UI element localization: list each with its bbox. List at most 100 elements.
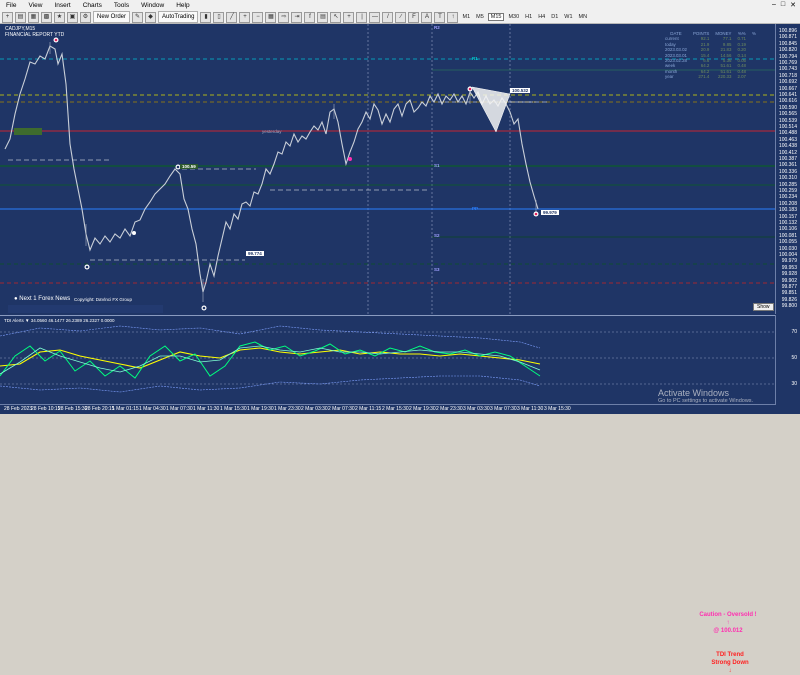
menu-file[interactable]: File xyxy=(0,0,22,11)
zoom-out-icon[interactable]: − xyxy=(252,11,264,23)
time-tick: 2 Mar 23:30 xyxy=(436,406,463,412)
profiles-icon[interactable]: ▤ xyxy=(15,11,26,23)
time-tick: 1 Mar 07:30 xyxy=(166,406,193,412)
time-tick: 2 Mar 11:15 xyxy=(355,406,382,412)
price-tick: 100.183 xyxy=(778,207,797,214)
autoscroll-icon[interactable]: ⇨ xyxy=(278,11,290,23)
price-axis: 100.896 100.871 100.845 100.820 100.794 100.7… xyxy=(775,24,800,314)
time-tick: 2 Mar 07:30 xyxy=(328,406,355,412)
new-chart-icon[interactable]: + xyxy=(2,11,13,23)
timeframe-mn[interactable]: MN xyxy=(577,14,590,20)
line-chart-icon[interactable]: ╱ xyxy=(226,11,238,23)
price-chart[interactable] xyxy=(0,24,776,314)
price-tick: 100.667 xyxy=(778,85,797,92)
price-tick: 100.565 xyxy=(778,111,797,118)
tdi-trend-alert: TDI Trend Strong Down ↓ xyxy=(711,652,749,674)
label-icon[interactable]: T xyxy=(434,11,446,23)
arrow-icon[interactable]: ↑ xyxy=(447,11,459,23)
price-tick: 100.055 xyxy=(778,239,797,246)
timeframe-w1[interactable]: W1 xyxy=(562,14,574,20)
tester-icon[interactable]: ⚙ xyxy=(80,11,91,23)
price-tick: 100.871 xyxy=(778,34,797,41)
caution-alert: Caution - Oversold ! ↑ @ 100.012 xyxy=(699,612,757,634)
candles xyxy=(49,42,537,302)
time-tick: 2 Mar 19:30 xyxy=(409,406,436,412)
timeframe-d1[interactable]: D1 xyxy=(549,14,560,20)
time-tick: 3 Mar 11:30 xyxy=(517,406,544,412)
price-tick: 100.743 xyxy=(778,66,797,73)
price-tick: 100.590 xyxy=(778,104,797,111)
new-order-button[interactable]: New Order xyxy=(93,11,131,23)
copyright-label: Copyright: DaVinci FX Group xyxy=(74,297,132,302)
time-tick: 1 Mar 23:30 xyxy=(274,406,301,412)
timeframe-m15[interactable]: M15 xyxy=(487,13,505,21)
time-tick: 28 Feb 2023 xyxy=(4,406,33,412)
menu-view[interactable]: View xyxy=(22,0,48,11)
price-tick: 100.157 xyxy=(778,213,797,220)
menu-insert[interactable]: Insert xyxy=(48,0,76,11)
time-tick: 1 Mar 19:30 xyxy=(247,406,274,412)
terminal-icon[interactable]: ▣ xyxy=(67,11,78,23)
menu-tools[interactable]: Tools xyxy=(108,0,135,11)
forex-news-label[interactable]: ● Next 1 Forex News xyxy=(14,296,70,302)
price-tick: 100.539 xyxy=(778,117,797,124)
timeframe-h4[interactable]: H4 xyxy=(536,14,547,20)
candlestick-icon[interactable]: ▯ xyxy=(213,11,225,23)
menu-help[interactable]: Help xyxy=(170,0,195,11)
cursor-icon[interactable]: ↖ xyxy=(330,11,342,23)
bar-chart-icon[interactable]: ▮ xyxy=(200,11,212,23)
price-tick: 99.902 xyxy=(781,277,797,284)
time-tick: 1 Mar 01:15 xyxy=(112,406,139,412)
price-tick: 100.234 xyxy=(778,194,797,201)
price-tick: 100.259 xyxy=(778,188,797,194)
templates-icon[interactable]: ▤ xyxy=(317,11,329,23)
navigator-icon[interactable]: ★ xyxy=(54,11,65,23)
horizontal-line-icon[interactable]: — xyxy=(369,11,381,23)
price-tick: 100.310 xyxy=(778,175,797,182)
marker-label-1: 100.59 xyxy=(180,164,198,169)
tile-windows-icon[interactable]: ▦ xyxy=(265,11,277,23)
time-tick: 3 Mar 03:30 xyxy=(463,406,490,412)
price-tick: 100.616 xyxy=(778,98,797,105)
signals-icon[interactable]: ◆ xyxy=(145,11,157,23)
auto-trading-button[interactable]: AutoTrading xyxy=(158,11,199,23)
show-button[interactable]: Show xyxy=(753,303,774,311)
restore-icon[interactable]: □ xyxy=(781,1,785,9)
window-controls: – □ ✕ xyxy=(772,1,796,9)
time-tick: 2 Mar 03:30 xyxy=(301,406,328,412)
menu-charts[interactable]: Charts xyxy=(77,0,108,11)
level-s2: S2 xyxy=(434,233,440,238)
text-icon[interactable]: A xyxy=(421,11,433,23)
level-s3: S3 xyxy=(434,267,440,272)
timeframe-h1[interactable]: H1 xyxy=(523,14,534,20)
indicators-icon[interactable]: f xyxy=(304,11,316,23)
time-tick: 1 Mar 11:30 xyxy=(193,406,220,412)
toolbar: + ▤ ▦ ▩ ★ ▣ ⚙ New Order ✎ ◆ AutoTrading … xyxy=(0,11,800,24)
channel-icon[interactable]: ∕ xyxy=(395,11,407,23)
timeframe-m30[interactable]: M30 xyxy=(506,14,521,20)
crosshair-icon[interactable]: + xyxy=(343,11,355,23)
chart-shift-icon[interactable]: ⇥ xyxy=(291,11,303,23)
price-tick: 100.387 xyxy=(778,156,797,162)
price-tick: 100.081 xyxy=(778,232,797,239)
time-tick: 28 Feb 15:30 xyxy=(58,406,88,412)
data-window-icon[interactable]: ▩ xyxy=(41,11,52,23)
level-r2: R2 xyxy=(434,25,440,30)
price-tick: 100.896 xyxy=(778,28,797,34)
zoom-in-icon[interactable]: + xyxy=(239,11,251,23)
timeframe-m5[interactable]: M5 xyxy=(474,14,486,20)
price-tick: 100.488 xyxy=(778,130,797,137)
trendline-icon[interactable]: / xyxy=(382,11,394,23)
minimize-icon[interactable]: – xyxy=(772,1,776,9)
meta-editor-icon[interactable]: ✎ xyxy=(132,11,144,23)
menu-window[interactable]: Window xyxy=(135,0,170,11)
vertical-line-icon[interactable]: | xyxy=(356,11,368,23)
price-tick: 100.718 xyxy=(778,72,797,79)
market-watch-icon[interactable]: ▦ xyxy=(28,11,39,23)
fibonacci-icon[interactable]: F xyxy=(408,11,420,23)
marker-label-3: 99.979 xyxy=(541,210,559,215)
timeframe-m1[interactable]: M1 xyxy=(460,14,472,20)
chart-window[interactable]: CADJPY,M15 FINANCIAL REPORT YTD R2 R1 S1… xyxy=(0,24,800,674)
close-icon[interactable]: ✕ xyxy=(790,1,796,9)
time-tick: 2 Mar 15:30 xyxy=(382,406,409,412)
